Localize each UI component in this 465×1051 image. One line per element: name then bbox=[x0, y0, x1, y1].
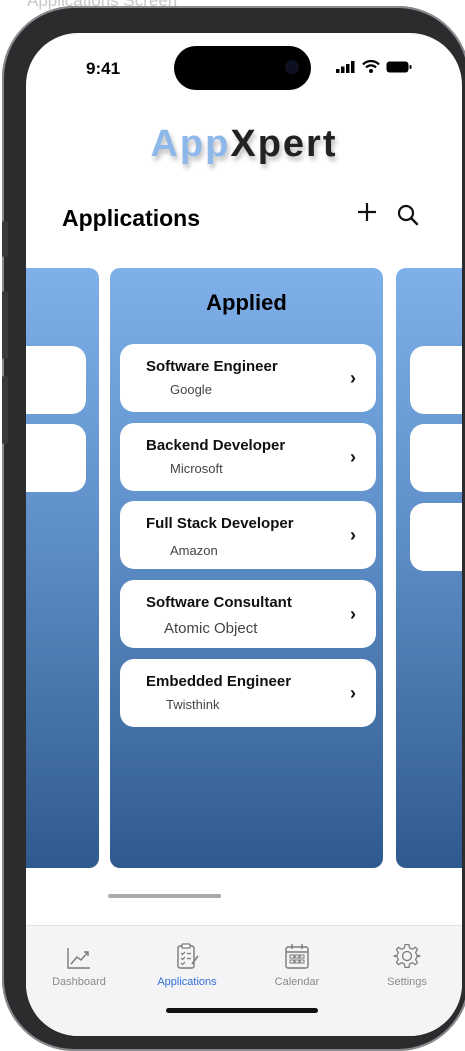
signal-icon bbox=[336, 60, 355, 73]
card-stub[interactable] bbox=[410, 503, 462, 571]
card-stub[interactable] bbox=[410, 424, 462, 492]
status-time: 9:41 bbox=[86, 59, 121, 78]
card-company: Microsoft bbox=[170, 461, 223, 476]
plus-icon bbox=[358, 203, 376, 221]
volume-up-button bbox=[2, 291, 8, 359]
gear-icon bbox=[393, 943, 421, 968]
column-title: Applied bbox=[206, 290, 287, 315]
chevron-right-icon: › bbox=[350, 447, 356, 467]
logo-xpert: Xpert bbox=[230, 123, 338, 165]
card-job-title: Embedded Engineer bbox=[146, 673, 292, 690]
phone-frame: 9:41 AppXpert Applications Applied Softw… bbox=[2, 6, 465, 1051]
app-logo: AppXpert bbox=[26, 123, 462, 166]
card-stub[interactable] bbox=[410, 346, 462, 414]
card-stub[interactable] bbox=[26, 424, 86, 492]
search-button[interactable] bbox=[396, 203, 420, 232]
column-applied: Applied Software Engineer Google › Backe… bbox=[110, 268, 383, 868]
card-company: Amazon bbox=[170, 543, 218, 558]
screen: 9:41 AppXpert Applications Applied Softw… bbox=[26, 33, 462, 1036]
tab-label: Settings bbox=[387, 976, 427, 988]
action-button bbox=[2, 221, 8, 257]
application-card[interactable]: Embedded Engineer Twisthink › bbox=[120, 659, 376, 727]
dynamic-island bbox=[174, 46, 311, 90]
application-card[interactable]: Backend Developer Microsoft › bbox=[120, 423, 376, 491]
chevron-right-icon: › bbox=[350, 604, 356, 624]
application-card[interactable]: Software Engineer Google › bbox=[120, 344, 376, 412]
tab-label: Dashboard bbox=[52, 976, 106, 988]
logo-app: App bbox=[150, 123, 231, 165]
card-company: Google bbox=[170, 382, 212, 397]
wifi-icon bbox=[362, 60, 380, 73]
card-job-title: Backend Developer bbox=[146, 437, 286, 454]
card-job-title: Software Engineer bbox=[146, 358, 278, 375]
tab-applications[interactable]: Applications bbox=[142, 940, 232, 988]
tab-dashboard[interactable]: Dashboard bbox=[34, 940, 124, 988]
card-stub[interactable] bbox=[26, 346, 86, 414]
status-icons bbox=[336, 60, 412, 73]
chevron-right-icon: › bbox=[350, 683, 356, 703]
volume-down-button bbox=[2, 376, 8, 444]
card-job-title: Software Consultant bbox=[146, 594, 292, 611]
clipboard-icon bbox=[177, 943, 199, 969]
chart-line-icon bbox=[67, 948, 90, 969]
tab-bar: Dashboard Applications Calendar Settings bbox=[26, 925, 462, 1036]
chevron-right-icon: › bbox=[350, 525, 356, 545]
card-company: Atomic Object bbox=[164, 620, 258, 637]
column-previous[interactable] bbox=[26, 268, 99, 868]
search-icon bbox=[397, 204, 419, 226]
card-company: Twisthink bbox=[166, 697, 220, 712]
application-card[interactable]: Software Consultant Atomic Object › bbox=[120, 580, 376, 648]
battery-icon bbox=[386, 61, 412, 72]
tab-label: Calendar bbox=[274, 976, 320, 988]
calendar-icon bbox=[285, 944, 309, 969]
tab-calendar[interactable]: Calendar bbox=[252, 940, 342, 988]
page-scroll-indicator[interactable] bbox=[108, 894, 221, 898]
tab-label: Applications bbox=[157, 976, 217, 988]
add-application-button[interactable] bbox=[356, 199, 378, 229]
card-job-title: Full Stack Developer bbox=[146, 515, 294, 532]
tab-settings[interactable]: Settings bbox=[362, 940, 452, 988]
chevron-right-icon: › bbox=[350, 368, 356, 388]
home-indicator[interactable] bbox=[166, 1008, 318, 1013]
column-next[interactable] bbox=[396, 268, 462, 868]
page-title: Applications bbox=[62, 205, 201, 231]
application-card[interactable]: Full Stack Developer Amazon › bbox=[120, 501, 376, 569]
